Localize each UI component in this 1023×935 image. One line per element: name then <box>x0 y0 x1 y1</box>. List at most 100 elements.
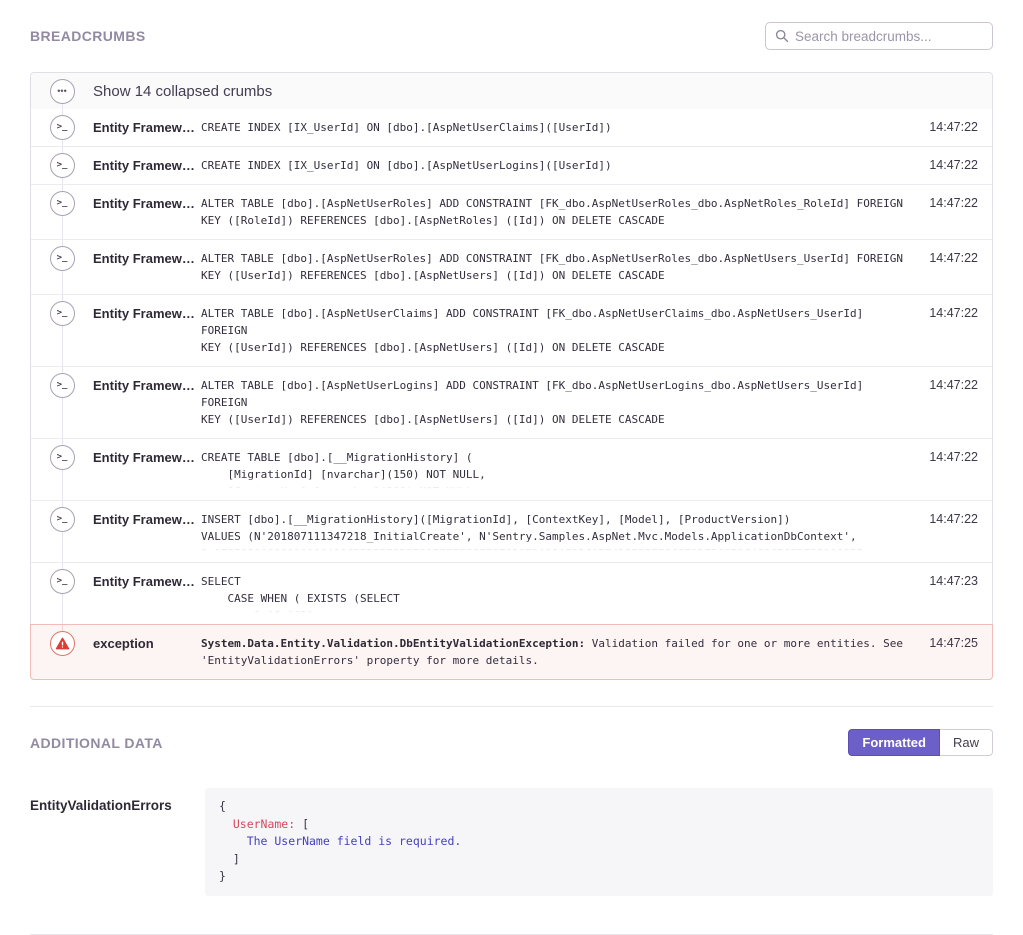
crumb-message: ALTER TABLE [dbo].[AspNetUserRoles] ADD … <box>201 250 910 284</box>
warning-triangle-icon <box>55 636 70 651</box>
crumb-timestamp: 14:47:22 <box>920 501 992 562</box>
breadcrumb-list: >_ Entity Framew… CREATE INDEX [IX_UserI… <box>31 109 992 624</box>
breadcrumbs-panel: ••• Show 14 collapsed crumbs >_ Entity F… <box>30 72 993 680</box>
crumb-message-cell: SELECT CASE WHEN ( EXISTS (SELECT 1 AS [… <box>201 563 920 624</box>
ellipsis-icon: ••• <box>50 79 75 104</box>
crumb-icon-cell <box>31 625 93 679</box>
json-code-block: { UserName: [ The UserName field is requ… <box>205 788 993 896</box>
entity-validation-errors-value: { UserName: [ The UserName field is requ… <box>205 788 993 896</box>
crumb-message: ALTER TABLE [dbo].[AspNetUserClaims] ADD… <box>201 305 910 356</box>
collapsed-crumbs-label: Show 14 collapsed crumbs <box>93 75 272 108</box>
crumb-category: Entity Framew… <box>93 109 201 146</box>
breadcrumbs-search[interactable] <box>765 22 993 50</box>
code-line: UserName: [ <box>219 816 979 834</box>
crumb-message-cell: ALTER TABLE [dbo].[AspNetUserRoles] ADD … <box>201 240 920 294</box>
crumb-message: ALTER TABLE [dbo].[AspNetUserLogins] ADD… <box>201 377 910 428</box>
search-icon <box>775 29 789 43</box>
crumb-message-cell: INSERT [dbo].[__MigrationHistory]([Migra… <box>201 501 920 562</box>
crumb-icon-cell: >_ <box>31 109 93 146</box>
code-line: ] <box>219 851 979 869</box>
additional-data-entry: EntityValidationErrors { UserName: [ The… <box>30 788 993 896</box>
crumb-message-cell: System.Data.Entity.Validation.DbEntityVa… <box>201 625 920 679</box>
code-line: { <box>219 798 979 816</box>
show-collapsed-crumbs-button[interactable]: ••• Show 14 collapsed crumbs <box>31 73 992 109</box>
warning-triangle-icon <box>50 631 75 656</box>
crumb-message: INSERT [dbo].[__MigrationHistory]([Migra… <box>201 511 910 552</box>
crumb-icon-cell: >_ <box>31 240 93 294</box>
crumb-timestamp: 14:47:22 <box>920 109 992 146</box>
terminal-icon: >_ <box>50 246 75 271</box>
raw-button[interactable]: Raw <box>940 729 993 756</box>
crumb-message-cell: CREATE INDEX [IX_UserId] ON [dbo].[AspNe… <box>201 109 920 146</box>
crumb-icon-cell: >_ <box>31 367 93 438</box>
crumb-message-cell: ALTER TABLE [dbo].[AspNetUserLogins] ADD… <box>201 367 920 438</box>
crumb-icon-cell: ••• <box>31 73 93 109</box>
crumb-timestamp: 14:47:22 <box>920 367 992 438</box>
search-input[interactable] <box>795 29 983 44</box>
formatted-button[interactable]: Formatted <box>848 729 940 756</box>
breadcrumb-row: >_ Entity Framew… CREATE INDEX [IX_UserI… <box>31 146 992 184</box>
additional-data-title: ADDITIONAL DATA <box>30 735 163 751</box>
crumb-message: CREATE INDEX [IX_UserId] ON [dbo].[AspNe… <box>201 157 910 174</box>
exception-class-name: System.Data.Entity.Validation.DbEntityVa… <box>201 637 585 650</box>
crumb-message: CREATE INDEX [IX_UserId] ON [dbo].[AspNe… <box>201 119 910 136</box>
crumb-message: ALTER TABLE [dbo].[AspNetUserRoles] ADD … <box>201 195 910 229</box>
page-bottom-divider <box>30 934 993 935</box>
crumb-message-cell: CREATE INDEX [IX_UserId] ON [dbo].[AspNe… <box>201 147 920 184</box>
breadcrumb-row: >_ Entity Framew… CREATE TABLE [dbo].[__… <box>31 438 992 500</box>
breadcrumb-row: >_ Entity Framew… SELECT CASE WHEN ( EXI… <box>31 562 992 624</box>
crumb-icon-cell: >_ <box>31 501 93 562</box>
breadcrumb-row: >_ Entity Framew… ALTER TABLE [dbo].[Asp… <box>31 239 992 294</box>
entity-validation-errors-key: EntityValidationErrors <box>30 788 205 896</box>
crumb-message: SELECT CASE WHEN ( EXISTS (SELECT 1 AS [… <box>201 573 910 614</box>
terminal-icon: >_ <box>50 569 75 594</box>
terminal-icon: >_ <box>50 301 75 326</box>
json-string-value: The UserName field is required. <box>247 834 462 848</box>
crumb-icon-cell: >_ <box>31 295 93 366</box>
crumb-icon-cell: >_ <box>31 563 93 624</box>
crumb-timestamp: 14:47:22 <box>920 295 992 366</box>
terminal-icon: >_ <box>50 445 75 470</box>
terminal-icon: >_ <box>50 115 75 140</box>
breadcrumb-row: >_ Entity Framew… ALTER TABLE [dbo].[Asp… <box>31 366 992 438</box>
terminal-icon: >_ <box>50 153 75 178</box>
breadcrumb-row: >_ Entity Framew… ALTER TABLE [dbo].[Asp… <box>31 184 992 239</box>
format-toggle: Formatted Raw <box>848 729 993 756</box>
event-detail-page: BREADCRUMBS ••• Show 14 collapsed crumbs… <box>0 0 1023 935</box>
crumb-category: Entity Framew… <box>93 295 201 366</box>
breadcrumb-row: >_ Entity Framew… CREATE INDEX [IX_UserI… <box>31 109 992 146</box>
crumb-category: Entity Framew… <box>93 501 201 562</box>
json-key: UserName: <box>233 817 295 831</box>
breadcrumb-row: >_ Entity Framew… INSERT [dbo].[__Migrat… <box>31 500 992 562</box>
crumb-message-cell: ALTER TABLE [dbo].[AspNetUserClaims] ADD… <box>201 295 920 366</box>
crumb-icon-cell: >_ <box>31 147 93 184</box>
crumb-category: Entity Framew… <box>93 240 201 294</box>
code-line: } <box>219 868 979 886</box>
crumb-icon-cell: >_ <box>31 439 93 500</box>
crumb-timestamp: 14:47:22 <box>920 240 992 294</box>
code-line: The UserName field is required. <box>219 833 979 851</box>
crumb-timestamp: 14:47:22 <box>920 147 992 184</box>
crumb-timestamp: 14:47:22 <box>920 185 992 239</box>
crumb-icon-cell: >_ <box>31 185 93 239</box>
crumb-message-cell: CREATE TABLE [dbo].[__MigrationHistory] … <box>201 439 920 500</box>
crumb-message: CREATE TABLE [dbo].[__MigrationHistory] … <box>201 449 910 490</box>
terminal-icon: >_ <box>50 507 75 532</box>
breadcrumbs-title: BREADCRUMBS <box>30 28 146 44</box>
crumb-category: Entity Framew… <box>93 147 201 184</box>
additional-data-header: ADDITIONAL DATA Formatted Raw <box>30 707 993 756</box>
breadcrumb-row-exception: exception System.Data.Entity.Validation.… <box>30 624 993 680</box>
breadcrumb-row: >_ Entity Framew… ALTER TABLE [dbo].[Asp… <box>31 294 992 366</box>
crumb-timestamp: 14:47:25 <box>920 625 992 679</box>
crumb-timestamp: 14:47:22 <box>920 439 992 500</box>
exception-message: System.Data.Entity.Validation.DbEntityVa… <box>201 635 910 669</box>
crumb-category: exception <box>93 625 201 679</box>
terminal-icon: >_ <box>50 191 75 216</box>
crumb-category: Entity Framew… <box>93 563 201 624</box>
crumb-category: Entity Framew… <box>93 367 201 438</box>
breadcrumbs-header: BREADCRUMBS <box>30 0 993 50</box>
terminal-icon: >_ <box>50 373 75 398</box>
crumb-category: Entity Framew… <box>93 185 201 239</box>
crumb-category: Entity Framew… <box>93 439 201 500</box>
crumb-message-cell: ALTER TABLE [dbo].[AspNetUserRoles] ADD … <box>201 185 920 239</box>
